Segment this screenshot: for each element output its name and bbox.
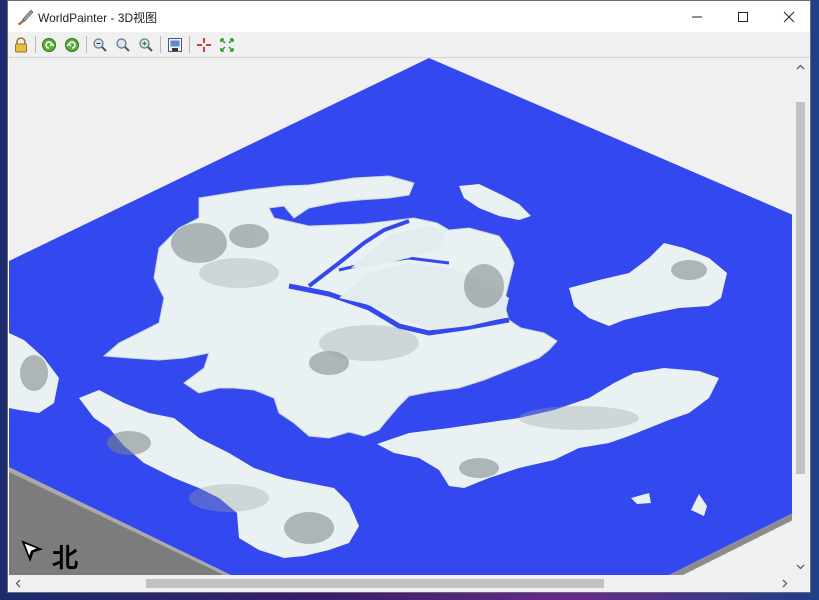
scroll-right-arrow[interactable]: [776, 575, 793, 592]
rotate-right-icon: [65, 38, 79, 52]
world-render: [9, 58, 793, 575]
close-button[interactable]: [766, 1, 812, 32]
chevron-right-icon: [782, 579, 787, 588]
toolbar-separator: [160, 36, 161, 53]
zoom-out-icon: [93, 38, 107, 52]
move-to-origin-button[interactable]: [217, 35, 237, 55]
chevron-up-icon: [796, 64, 805, 69]
compass-arrow-icon: [21, 540, 43, 562]
vertical-scroll-thumb[interactable]: [796, 102, 805, 474]
toolbar-separator: [35, 36, 36, 53]
zoom-reset-icon: [116, 38, 130, 52]
scroll-up-arrow[interactable]: [792, 58, 809, 75]
chevron-down-icon: [796, 564, 805, 569]
rotate-right-button[interactable]: [62, 35, 82, 55]
chevron-left-icon: [15, 579, 20, 588]
zoom-out-button[interactable]: [90, 35, 110, 55]
scrollbar-corner: [792, 575, 809, 592]
rotate-left-button[interactable]: [39, 35, 59, 55]
toolbar: [8, 32, 810, 58]
minimize-icon: [692, 16, 702, 17]
toolbar-separator: [189, 36, 190, 53]
zoom-in-button[interactable]: [136, 35, 156, 55]
crosshair-icon: [197, 38, 211, 52]
toolbar-separator: [86, 36, 87, 53]
window-title: WorldPainter - 3D视图: [38, 11, 158, 25]
3d-view-canvas[interactable]: 北: [9, 58, 793, 575]
lock-icon: [15, 37, 27, 53]
maximize-button[interactable]: [720, 1, 766, 32]
origin-icon: [220, 38, 234, 52]
minimize-button[interactable]: [674, 1, 720, 32]
scroll-down-arrow[interactable]: [792, 558, 809, 575]
lock-button[interactable]: [11, 35, 31, 55]
scroll-left-arrow[interactable]: [9, 575, 26, 592]
title-bar[interactable]: WorldPainter - 3D视图: [8, 1, 810, 32]
export-image-icon: [168, 38, 182, 52]
maximize-icon: [738, 11, 748, 22]
zoom-in-icon: [139, 38, 153, 52]
horizontal-scrollbar[interactable]: [9, 575, 793, 592]
rotate-left-icon: [42, 38, 56, 52]
horizontal-scroll-thumb[interactable]: [146, 579, 604, 588]
close-icon: [783, 11, 795, 22]
app-window: WorldPainter - 3D视图 北: [7, 0, 811, 593]
compass-label: 北: [52, 544, 79, 574]
vertical-scrollbar[interactable]: [792, 58, 809, 575]
move-to-spawn-button[interactable]: [194, 35, 214, 55]
zoom-reset-button[interactable]: [113, 35, 133, 55]
export-image-button[interactable]: [165, 35, 185, 55]
paintbrush-icon: [18, 9, 34, 25]
